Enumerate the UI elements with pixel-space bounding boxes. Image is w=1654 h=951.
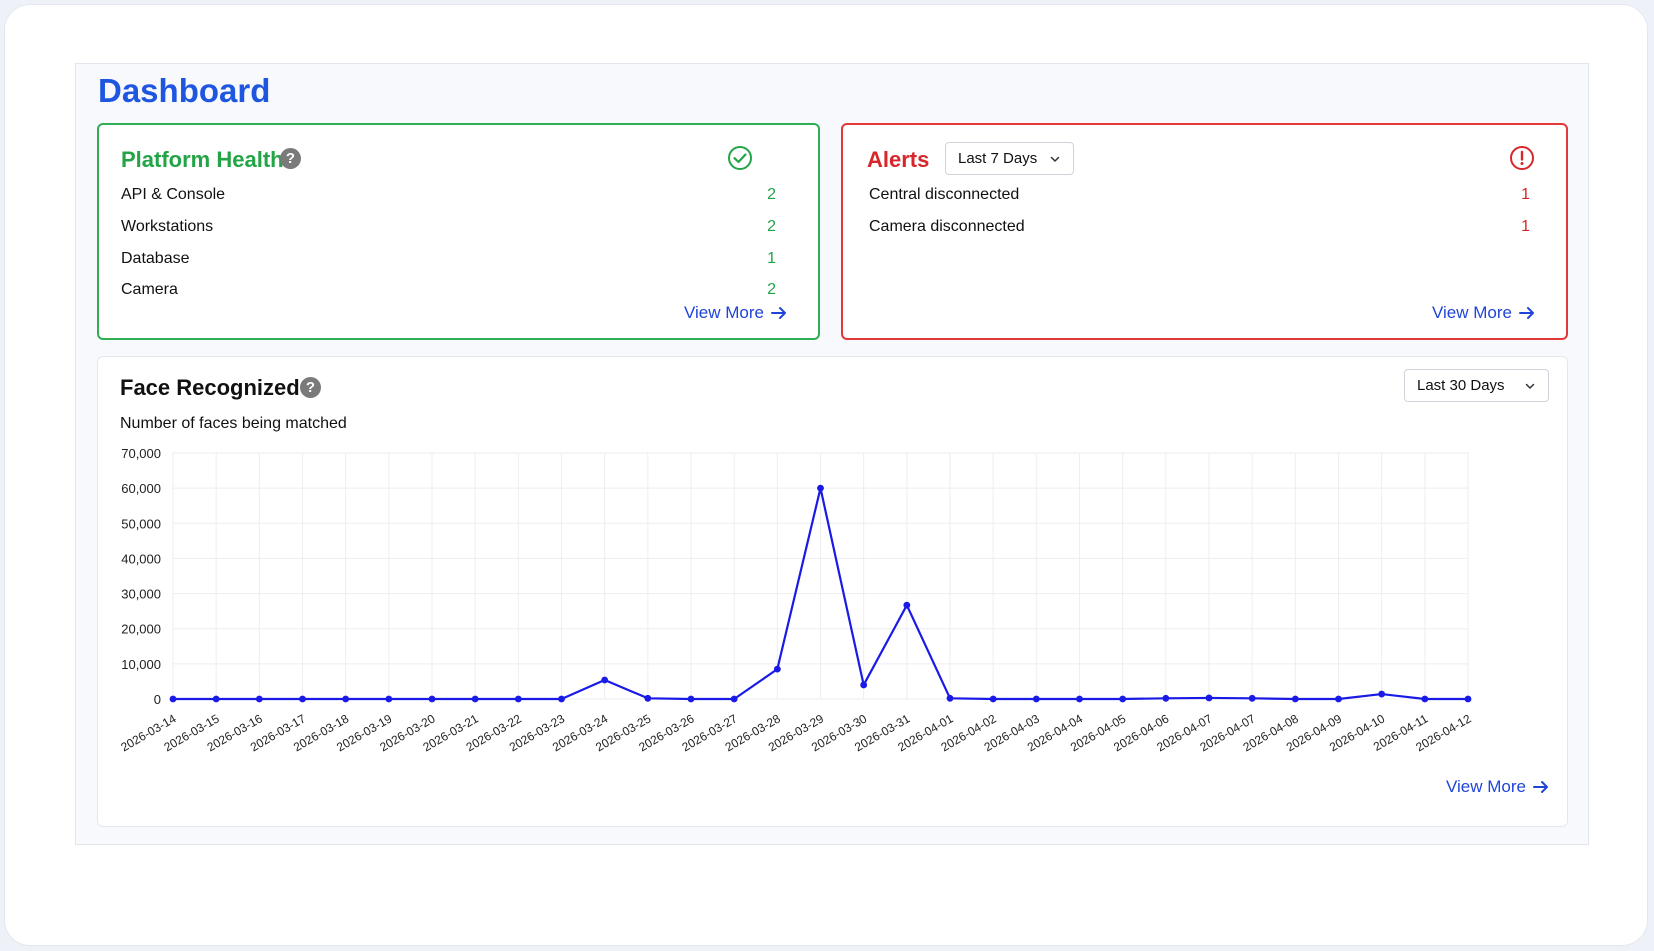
health-item-label: Database bbox=[121, 250, 190, 267]
health-item-value: 2 bbox=[767, 218, 776, 235]
data-point bbox=[1421, 695, 1429, 703]
help-icon[interactable]: ? bbox=[280, 148, 301, 169]
platform-health-title: Platform Health bbox=[121, 147, 284, 172]
y-tick-label: 10,000 bbox=[121, 657, 161, 672]
data-point bbox=[687, 695, 695, 703]
data-point bbox=[946, 694, 954, 702]
y-tick-label: 40,000 bbox=[121, 551, 161, 566]
health-item-label: Workstations bbox=[121, 218, 214, 235]
health-item-value: 1 bbox=[767, 250, 776, 267]
data-point bbox=[558, 695, 565, 703]
data-point bbox=[1032, 695, 1040, 703]
view-more-label: View More bbox=[1446, 777, 1526, 796]
alert-item-label: Central disconnected bbox=[869, 186, 1020, 203]
data-point bbox=[1205, 694, 1213, 702]
health-item-label: API & Console bbox=[121, 186, 226, 203]
data-point bbox=[1291, 695, 1299, 703]
y-tick-label: 0 bbox=[154, 692, 161, 707]
data-point bbox=[1378, 690, 1386, 698]
data-point bbox=[385, 695, 393, 703]
data-point bbox=[1248, 694, 1256, 702]
chevron-down-icon bbox=[1050, 156, 1060, 162]
data-point bbox=[299, 695, 306, 703]
arrow-right-icon bbox=[771, 307, 786, 319]
view-more-label: View More bbox=[1432, 303, 1512, 322]
alerts-view-more-link[interactable]: View More bbox=[1432, 303, 1536, 323]
data-point bbox=[514, 695, 522, 703]
data-point bbox=[1119, 695, 1127, 703]
y-tick-label: 70,000 bbox=[121, 446, 161, 461]
face-recognized-card: Face Recognized ? Last 30 Days Number of… bbox=[97, 356, 1568, 827]
data-point bbox=[255, 695, 263, 703]
alerts-card: Alerts Last 7 Days Central disconnected … bbox=[841, 123, 1568, 340]
face-view-more-link[interactable]: View More bbox=[1446, 777, 1550, 797]
y-tick-label: 20,000 bbox=[121, 622, 161, 637]
data-point bbox=[1076, 695, 1083, 703]
arrow-right-icon bbox=[1519, 307, 1534, 319]
platform-health-card: Platform Health ? API & Console 2 Workst… bbox=[97, 123, 820, 340]
health-view-more-link[interactable]: View More bbox=[684, 303, 788, 323]
health-item-label: Camera bbox=[121, 281, 178, 298]
alert-circle-icon bbox=[1510, 146, 1534, 170]
view-more-label: View More bbox=[684, 303, 764, 322]
alerts-title: Alerts bbox=[867, 147, 930, 172]
alert-item-label: Camera disconnected bbox=[869, 218, 1025, 235]
alerts-range-value: Last 7 Days bbox=[958, 150, 1038, 167]
face-recognized-chart: 0 10,000 20,000 30,000 40,000 50,000 60,000 70,… bbox=[118, 446, 1473, 754]
dashboard-panel: Dashboard Platform Health ? API & Consol… bbox=[75, 63, 1589, 845]
data-point bbox=[817, 484, 824, 492]
list-item: Database 1 bbox=[121, 250, 776, 272]
y-tick-label: 30,000 bbox=[121, 587, 161, 602]
app-window: Dashboard Platform Health ? API & Consol… bbox=[4, 4, 1648, 946]
data-point bbox=[1335, 695, 1342, 703]
health-item-value: 2 bbox=[767, 281, 776, 298]
data-point bbox=[773, 665, 781, 673]
data-point bbox=[342, 695, 350, 703]
y-tick-label: 60,000 bbox=[121, 481, 161, 496]
data-point bbox=[601, 676, 609, 684]
check-circle-icon bbox=[728, 146, 752, 170]
data-point bbox=[169, 695, 177, 703]
list-item: Camera disconnected 1 bbox=[869, 218, 1530, 240]
list-item: Camera 2 bbox=[121, 281, 776, 303]
alert-item-value: 1 bbox=[1521, 186, 1530, 203]
health-item-value: 2 bbox=[767, 186, 776, 203]
data-point bbox=[989, 695, 997, 703]
list-item: Central disconnected 1 bbox=[869, 186, 1530, 208]
list-item: API & Console 2 bbox=[121, 186, 776, 208]
list-item: Workstations 2 bbox=[121, 218, 776, 240]
data-point bbox=[860, 681, 868, 689]
y-tick-label: 50,000 bbox=[121, 516, 161, 531]
page-title: Dashboard bbox=[98, 72, 271, 109]
alert-item-value: 1 bbox=[1521, 218, 1530, 235]
data-point bbox=[1162, 694, 1170, 702]
alerts-range-select[interactable]: Last 7 Days bbox=[945, 142, 1074, 175]
data-point bbox=[212, 695, 220, 703]
data-point bbox=[471, 695, 479, 703]
data-point bbox=[730, 695, 738, 703]
data-point bbox=[428, 695, 436, 703]
data-point bbox=[1464, 695, 1472, 703]
data-point bbox=[903, 601, 911, 609]
arrow-right-icon bbox=[1533, 781, 1548, 793]
data-point bbox=[644, 694, 652, 702]
